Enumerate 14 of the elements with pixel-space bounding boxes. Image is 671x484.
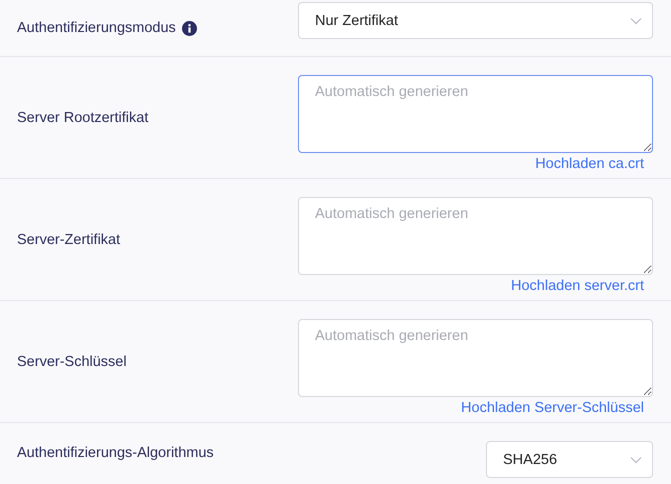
chevron-icon <box>630 456 642 464</box>
field-label: Server Rootzertifikat <box>17 110 148 126</box>
field-label: Authentifizierungsmodus <box>17 20 176 36</box>
field-label: Server-Zertifikat <box>17 232 120 248</box>
text-area[interactable]: Automatisch generieren <box>298 75 653 153</box>
field-label: Authentifizierungs-Algorithmus <box>17 445 214 461</box>
select-field[interactable]: SHA256 <box>486 441 653 478</box>
select-field[interactable]: Nur Zertifikat <box>298 2 653 39</box>
info-icon[interactable] <box>182 20 197 36</box>
chevron-icon <box>630 16 642 24</box>
upload-link[interactable]: Hochladen server.crt <box>511 278 644 295</box>
upload-link[interactable]: Hochladen Server-Schlüssel <box>461 400 644 417</box>
upload-link[interactable]: Hochladen ca.crt <box>535 156 644 173</box>
field-label: Server-Schlüssel <box>17 354 127 370</box>
